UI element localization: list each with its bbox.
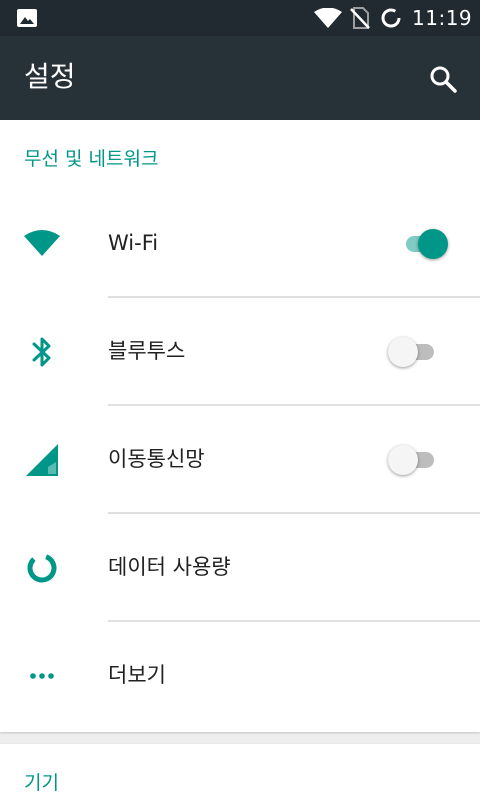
settings-item-wifi[interactable]: Wi-Fi	[0, 190, 480, 298]
data-usage-icon	[27, 553, 57, 583]
bluetooth-icon	[32, 337, 51, 367]
app-bar: 설정	[0, 36, 480, 120]
mobile-network-toggle[interactable]	[388, 445, 440, 475]
section-header-device: 기기	[24, 772, 59, 794]
toggle-thumb	[418, 229, 448, 259]
more-horiz-icon	[30, 673, 54, 679]
wifi-toggle[interactable]	[398, 229, 450, 259]
wifi-signal-icon	[314, 8, 342, 28]
settings-item-data-usage[interactable]: 데이터 사용량	[0, 514, 480, 622]
toggle-thumb	[388, 337, 418, 367]
no-sim-icon	[350, 7, 370, 29]
page-title: 설정	[24, 60, 76, 93]
status-time: 11:19	[412, 6, 473, 30]
settings-item-label: Wi-Fi	[108, 231, 159, 255]
wireless-networks-card: 무선 및 네트워크 Wi-Fi 블루투스 이동통신망 데이터 사용량 더보기	[0, 120, 480, 732]
status-bar: 11:19	[0, 0, 480, 36]
settings-item-label: 더보기	[108, 663, 166, 687]
search-icon[interactable]	[428, 64, 458, 94]
image-icon	[17, 9, 37, 27]
settings-item-mobile-network[interactable]: 이동통신망	[0, 406, 480, 514]
settings-item-more[interactable]: 더보기	[0, 622, 480, 730]
toggle-thumb	[388, 445, 418, 475]
device-card: 기기	[0, 744, 480, 800]
settings-item-label: 블루투스	[108, 339, 186, 363]
settings-item-label: 이동통신망	[108, 447, 205, 471]
settings-item-label: 데이터 사용량	[108, 555, 231, 579]
wifi-icon	[24, 230, 60, 256]
cellular-signal-icon	[26, 444, 58, 476]
bluetooth-toggle[interactable]	[388, 337, 440, 367]
settings-item-bluetooth[interactable]: 블루투스	[0, 298, 480, 406]
sync-ring-icon	[381, 8, 401, 28]
section-header-wireless: 무선 및 네트워크	[24, 148, 159, 170]
